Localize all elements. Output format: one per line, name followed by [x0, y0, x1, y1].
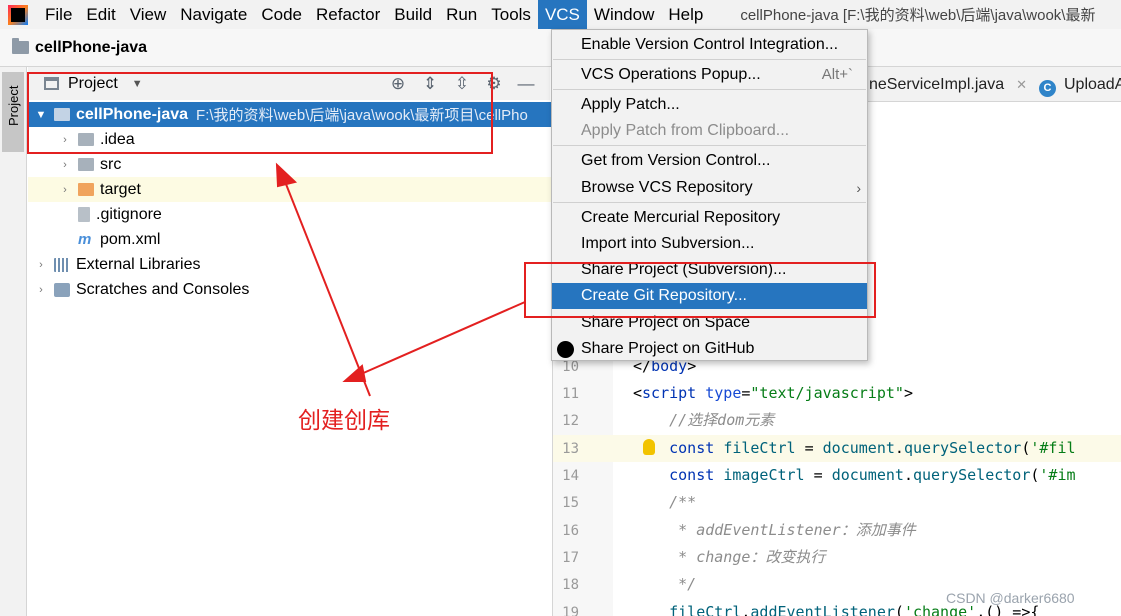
- arrow-to-project: [281, 173, 371, 397]
- watermark: CSDN @darker6680: [946, 590, 1075, 606]
- arrow-to-menu: [351, 301, 526, 379]
- annotation-label: 创建创库: [298, 408, 390, 434]
- arrow-head-menu: [342, 364, 367, 382]
- arrow-head-project: [275, 162, 298, 188]
- annotation-arrows: [275, 162, 526, 397]
